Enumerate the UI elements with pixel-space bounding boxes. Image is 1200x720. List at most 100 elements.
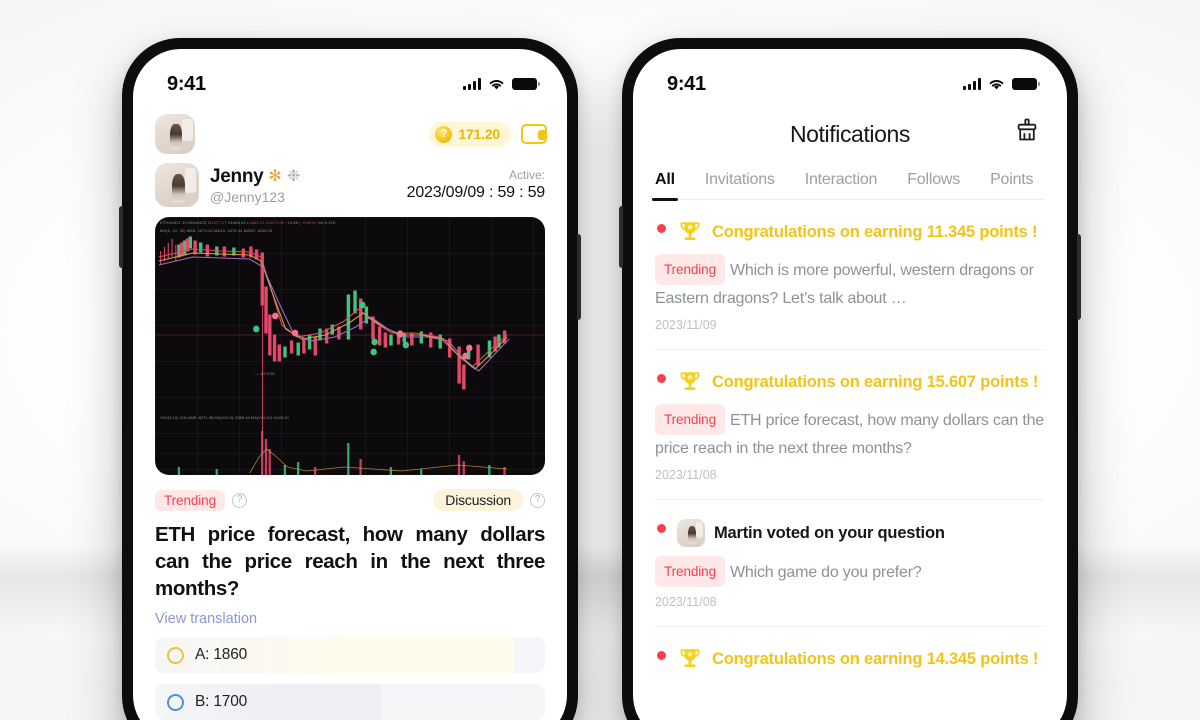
unread-dot [657,374,666,383]
status-time: 9:41 [667,72,706,95]
post-title: ETH price forecast, how many dollars can… [155,523,545,600]
notification-headline-row: Congratulations on earning 15.607 points… [655,369,1045,395]
unread-dot [657,524,666,533]
trending-chip[interactable]: Trending [655,556,725,587]
points-balance-pill[interactable]: ? 171.20 [429,121,511,147]
tab-interaction[interactable]: Interaction [805,171,878,199]
notification-tabs: All Invitations Interaction Follows Points [652,159,1045,201]
trophy-icon [680,649,700,667]
notification-headline: Congratulations on earning 15.607 points… [712,372,1039,391]
status-bar-left: 9:41 [133,49,567,103]
app-top-bar: ? 171.20 [133,103,567,159]
poll-options-list: A: 1860B: 1700C: 1550 [133,627,567,720]
poll-option[interactable]: A: 1860 [155,637,545,673]
tab-follows[interactable]: Follows [907,171,960,199]
notification-date: 2023/11/08 [655,468,717,482]
page-title: Notifications [789,120,911,147]
author-name: Jenny [210,165,264,187]
price-chart[interactable]: ETH/USDT·1h·BINANCE O1677.17 H1685.45 L1… [155,217,545,475]
unread-dot [657,651,666,660]
chart-volume-legend: VOL(5,10) VOLUME: 8271.38 MA(VOL5): 5365… [160,415,289,420]
notification-item[interactable]: Congratulations on earning 14.345 points… [655,627,1045,689]
notification-headline-row: Martin voted on your question [655,519,1045,547]
clear-all-button[interactable] [1013,117,1041,145]
trophy-icon-wrapper [677,369,703,395]
notification-item[interactable]: Martin voted on your question Trending Whi… [655,500,1045,627]
tab-all[interactable]: All [652,171,678,201]
trophy-icon-wrapper [677,219,703,245]
active-countdown: 2023/09/09 : 59 : 59 [406,184,546,201]
author-handle: @Jenny123 [210,188,285,205]
notification-item[interactable]: Congratulations on earning 15.607 points… [655,350,1045,500]
poll-option-label: A: 1860 [195,646,248,663]
active-label: Active: [508,168,545,182]
status-time: 9:41 [167,72,206,95]
phone-device-left: 9:41 ? 171.20 Jenny ✻ ❉ @Jenny123 Active… [119,38,581,720]
gold-badge-icon: ✻ [268,167,282,185]
post-author-row: Jenny ✻ ❉ @Jenny123 Active: 2023/09/09 :… [133,159,567,215]
trending-chip[interactable]: Trending [655,404,725,435]
screen-right: 9:41 Notifications All Invitations Inter… [633,49,1067,720]
notifications-header: Notifications [633,103,1067,159]
author-name-row: Jenny ✻ ❉ [210,166,396,188]
silver-badge-icon: ❉ [286,167,301,185]
notification-avatar[interactable] [677,519,705,547]
unread-dot [657,224,666,233]
phone-device-right: 9:41 Notifications All Invitations Inter… [619,38,1081,720]
trophy-icon-wrapper [677,646,703,672]
tab-invitations[interactable]: Invitations [705,171,775,199]
trophy-icon [680,372,700,390]
notification-date: 2023/11/08 [655,595,717,609]
battery-icon [1012,78,1041,90]
notification-item[interactable]: Congratulations on earning 11.345 points… [655,200,1045,350]
author-info: Jenny ✻ ❉ @Jenny123 [210,166,396,205]
post-tag-left: Trending ? [155,489,247,511]
tab-points[interactable]: Points [990,171,1033,199]
poll-option-label: B: 1700 [195,693,248,710]
notification-headline-row: Congratulations on earning 14.345 points… [655,646,1045,672]
cellular-signal-icon [462,78,481,90]
notification-headline: Congratulations on earning 11.345 points… [712,222,1038,241]
poll-option[interactable]: B: 1700 [155,684,545,720]
trending-chip[interactable]: Trending [155,489,225,511]
status-icons [462,78,541,91]
discussion-chip[interactable]: Discussion [433,489,523,511]
view-translation-link[interactable]: View translation [133,602,567,627]
notification-body: Trending Which is more powerful, western … [655,254,1045,311]
notification-headline: Congratulations on earning 14.345 points… [712,649,1039,668]
status-icons [962,78,1041,91]
topbar-actions: ? 171.20 [429,121,547,147]
chart-candlesticks [155,236,545,475]
poll-option-radio[interactable] [167,693,184,711]
help-icon-discussion[interactable]: ? [530,492,545,508]
coin-icon: ? [435,125,453,143]
wallet-icon[interactable] [521,124,547,144]
notification-list: Congratulations on earning 11.345 points… [633,200,1067,689]
chart-header-line-2: MA(5, 10, 30) MA5: 1674.20 MA10: 1678.44… [160,228,273,233]
post-tag-right: Discussion ? [433,489,545,511]
notification-headline: Martin voted on your question [714,523,945,542]
wifi-icon [489,79,504,89]
broom-icon [1017,118,1037,141]
poll-option-radio[interactable] [167,646,184,664]
author-avatar[interactable] [155,163,199,207]
notification-headline-row: Congratulations on earning 11.345 points… [655,219,1045,245]
trophy-icon [680,222,700,240]
battery-icon [512,78,541,90]
notification-date: 2023/11/09 [655,318,717,332]
trending-chip[interactable]: Trending [655,254,725,285]
chart-price-label: — 1673.06 [255,371,275,376]
status-bar-right: 9:41 [633,49,1067,103]
points-balance-value: 171.20 [458,126,500,142]
user-avatar[interactable] [155,114,195,154]
notification-body: Trending Which game do you prefer? [655,556,1045,588]
help-icon-trending[interactable]: ? [231,492,247,508]
post-tag-row: Trending ? Discussion ? [133,475,567,511]
wifi-icon [989,79,1004,89]
chart-header-line-1: ETH/USDT·1h·BINANCE O1677.17 H1685.45 L1… [160,220,336,225]
post-active-time: Active: 2023/09/09 : 59 : 59 [406,168,546,202]
notification-body: Trending ETH price forecast, how many dol… [655,404,1045,461]
poll-option-fill [155,684,382,720]
screen-left: 9:41 ? 171.20 Jenny ✻ ❉ @Jenny123 Active… [133,49,567,720]
cellular-signal-icon [962,78,981,90]
